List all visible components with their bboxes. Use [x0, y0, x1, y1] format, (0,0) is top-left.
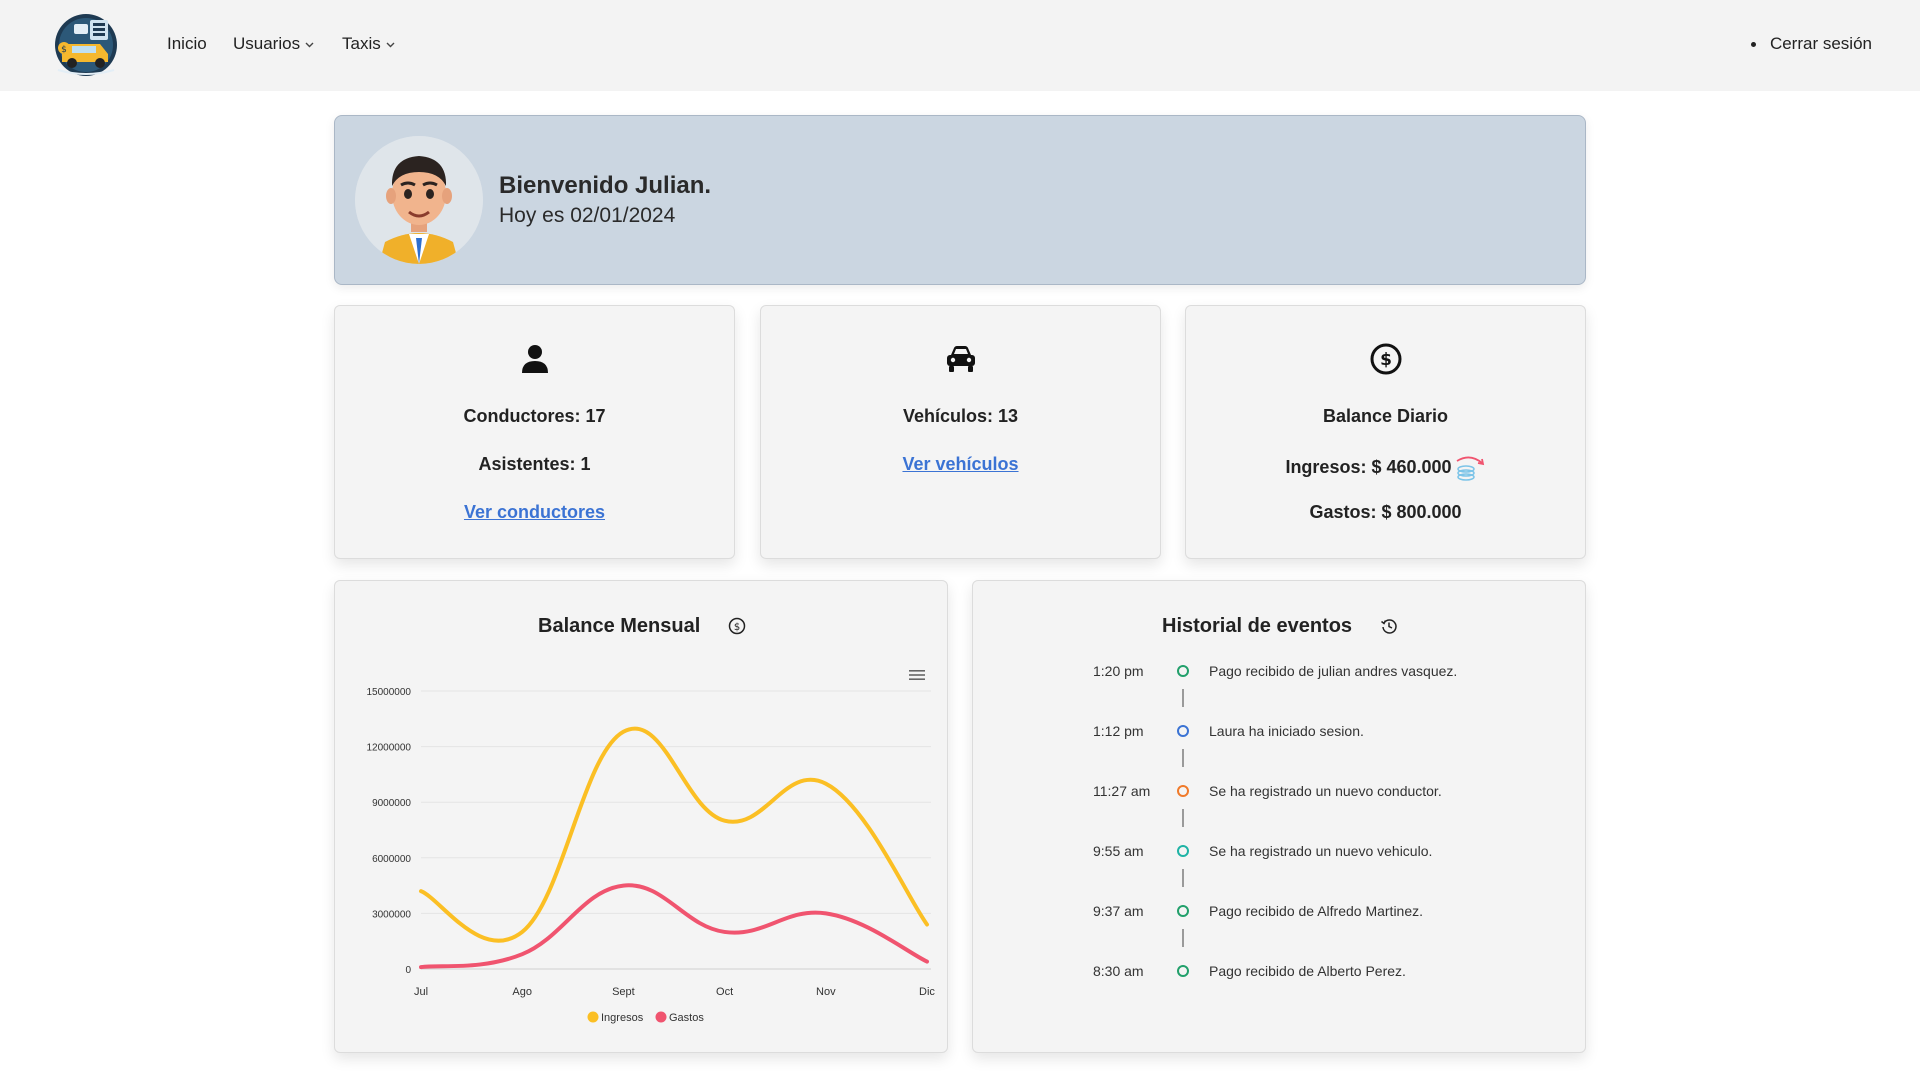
- legend-label: Gastos: [669, 1012, 704, 1024]
- daily-balance-title: Balance Diario: [1322, 406, 1449, 426]
- taxi-logo-icon[interactable]: $: [50, 12, 122, 78]
- event-time: 9:55 am: [1093, 843, 1144, 859]
- top-navbar: $ Inicio Usuarios Taxis Cerrar sesión: [0, 0, 1920, 91]
- svg-text:$: $: [1380, 350, 1392, 370]
- logout-label: Cerrar sesión: [1769, 34, 1872, 53]
- chevron-down-icon: [386, 42, 395, 48]
- event-time: 11:27 am: [1093, 783, 1151, 799]
- nav-inicio[interactable]: Inicio: [167, 34, 207, 54]
- car-icon: [946, 346, 975, 372]
- event-item: 1:12 pm Laura ha iniciado sesion.: [973, 723, 1587, 747]
- event-item: 9:55 am Se ha registrado un nuevo vehicul…: [973, 843, 1587, 867]
- event-status-icon: [1177, 905, 1189, 917]
- event-text: Pago recibido de Alfredo Martinez.: [1209, 903, 1424, 919]
- monthly-balance-line-chart: 0 3000000 6000000 9000000 12000000 15000000 Ju…: [367, 687, 936, 1024]
- event-status-icon: [1177, 965, 1189, 977]
- series-line-ingresos: [419, 726, 929, 943]
- nav-usuarios-dropdown[interactable]: Usuarios: [233, 34, 314, 54]
- event-text: Pago recibido de Alberto Perez.: [1209, 963, 1406, 979]
- event-text: Laura ha iniciado sesion.: [1209, 723, 1364, 739]
- event-text: Pago recibido de julian andres vasquez.: [1209, 663, 1458, 679]
- event-item: 11:27 am Se ha registrado un nuevo conduc…: [973, 783, 1587, 807]
- y-tick-label: 0: [405, 965, 411, 976]
- drivers-card: Conductores: 17 Asistentes: 1 Ver conduc…: [334, 305, 735, 559]
- nav-taxis-dropdown[interactable]: Taxis: [342, 34, 395, 54]
- nav-inicio-label: Inicio: [167, 34, 207, 53]
- logout-link[interactable]: Cerrar sesión: [1750, 34, 1872, 54]
- coins-arrow-icon: [1456, 456, 1484, 481]
- event-time: 1:20 pm: [1093, 663, 1144, 679]
- event-status-icon: [1177, 785, 1189, 797]
- timeline-connector: [1182, 749, 1184, 767]
- history-icon: [1381, 619, 1397, 634]
- view-vehicles-link[interactable]: Ver vehículos: [761, 454, 1160, 475]
- svg-text:$: $: [61, 45, 67, 55]
- avatar: [355, 136, 483, 264]
- y-tick-label: 12000000: [367, 743, 412, 754]
- user-avatar-icon: [355, 136, 483, 264]
- timeline-connector: [1182, 689, 1184, 707]
- drivers-count: Conductores: 17: [463, 406, 606, 426]
- x-tick-label: Dic: [919, 986, 935, 998]
- daily-income: Ingresos: $ 460.000: [1186, 453, 1585, 483]
- events-history-card: Historial de eventos 1:20 pm Pago recibid…: [972, 580, 1586, 1053]
- welcome-banner: Bienvenido Julian. Hoy es 02/01/2024: [334, 115, 1586, 285]
- y-tick-label: 15000000: [367, 687, 412, 698]
- view-drivers-link[interactable]: Ver conductores: [335, 502, 734, 523]
- x-tick-label: Jul: [414, 986, 428, 998]
- legend-marker-ingresos: [587, 1011, 599, 1023]
- nav-usuarios-label: Usuarios: [233, 34, 301, 53]
- event-text: Se ha registrado un nuevo conductor.: [1209, 783, 1442, 799]
- chevron-down-icon: [305, 42, 314, 48]
- event-time: 9:37 am: [1093, 903, 1144, 919]
- y-tick-label: 6000000: [372, 854, 411, 865]
- vehicles-card: Vehículos: 13 Ver vehículos: [760, 305, 1161, 559]
- event-item: 9:37 am Pago recibido de Alfredo Martinez…: [973, 903, 1587, 927]
- dollar-circle-icon: $: [1370, 343, 1401, 375]
- daily-income-text: Ingresos: $ 460.000: [1285, 456, 1452, 477]
- timeline-connector: [1182, 809, 1184, 827]
- daily-expenses: Gastos: $ 800.000: [1309, 502, 1462, 522]
- event-time: 1:12 pm: [1093, 723, 1144, 739]
- timeline-connector: [1182, 869, 1184, 887]
- legend-label: Ingresos: [601, 1012, 644, 1024]
- legend-marker-gastos: [655, 1011, 667, 1023]
- event-time: 8:30 am: [1093, 963, 1144, 979]
- timeline-connector: [1182, 929, 1184, 947]
- event-status-icon: [1177, 665, 1189, 677]
- assistants-count: Asistentes: 1: [478, 454, 591, 474]
- x-tick-label: Nov: [816, 986, 836, 998]
- x-tick-label: Ago: [512, 986, 532, 998]
- events-history-title: Historial de eventos: [1162, 615, 1353, 637]
- event-status-icon: [1177, 845, 1189, 857]
- event-status-icon: [1177, 725, 1189, 737]
- event-item: 8:30 am Pago recibido de Alberto Perez.: [973, 963, 1587, 987]
- vehicles-count: Vehículos: 13: [902, 406, 1019, 426]
- y-tick-label: 3000000: [372, 909, 411, 920]
- current-date: Hoy es 02/01/2024: [499, 204, 676, 227]
- x-tick-label: Oct: [716, 986, 733, 998]
- nav-taxis-label: Taxis: [342, 34, 381, 53]
- event-text: Se ha registrado un nuevo vehiculo.: [1209, 843, 1433, 859]
- series-line-gastos: [419, 883, 929, 970]
- y-tick-label: 9000000: [372, 798, 411, 809]
- bullet-icon: [1750, 41, 1756, 47]
- event-item: 1:20 pm Pago recibido de julian andres va…: [973, 663, 1587, 687]
- monthly-balance-card: Balance Mensual $ 0 3000000 6000000 9000000…: [334, 580, 948, 1053]
- x-tick-label: Sept: [612, 986, 635, 998]
- daily-balance-card: $ Balance Diario Ingresos: $ 460.000 Gas…: [1185, 305, 1586, 559]
- welcome-title: Bienvenido Julian.: [499, 172, 712, 199]
- person-icon: [521, 345, 548, 373]
